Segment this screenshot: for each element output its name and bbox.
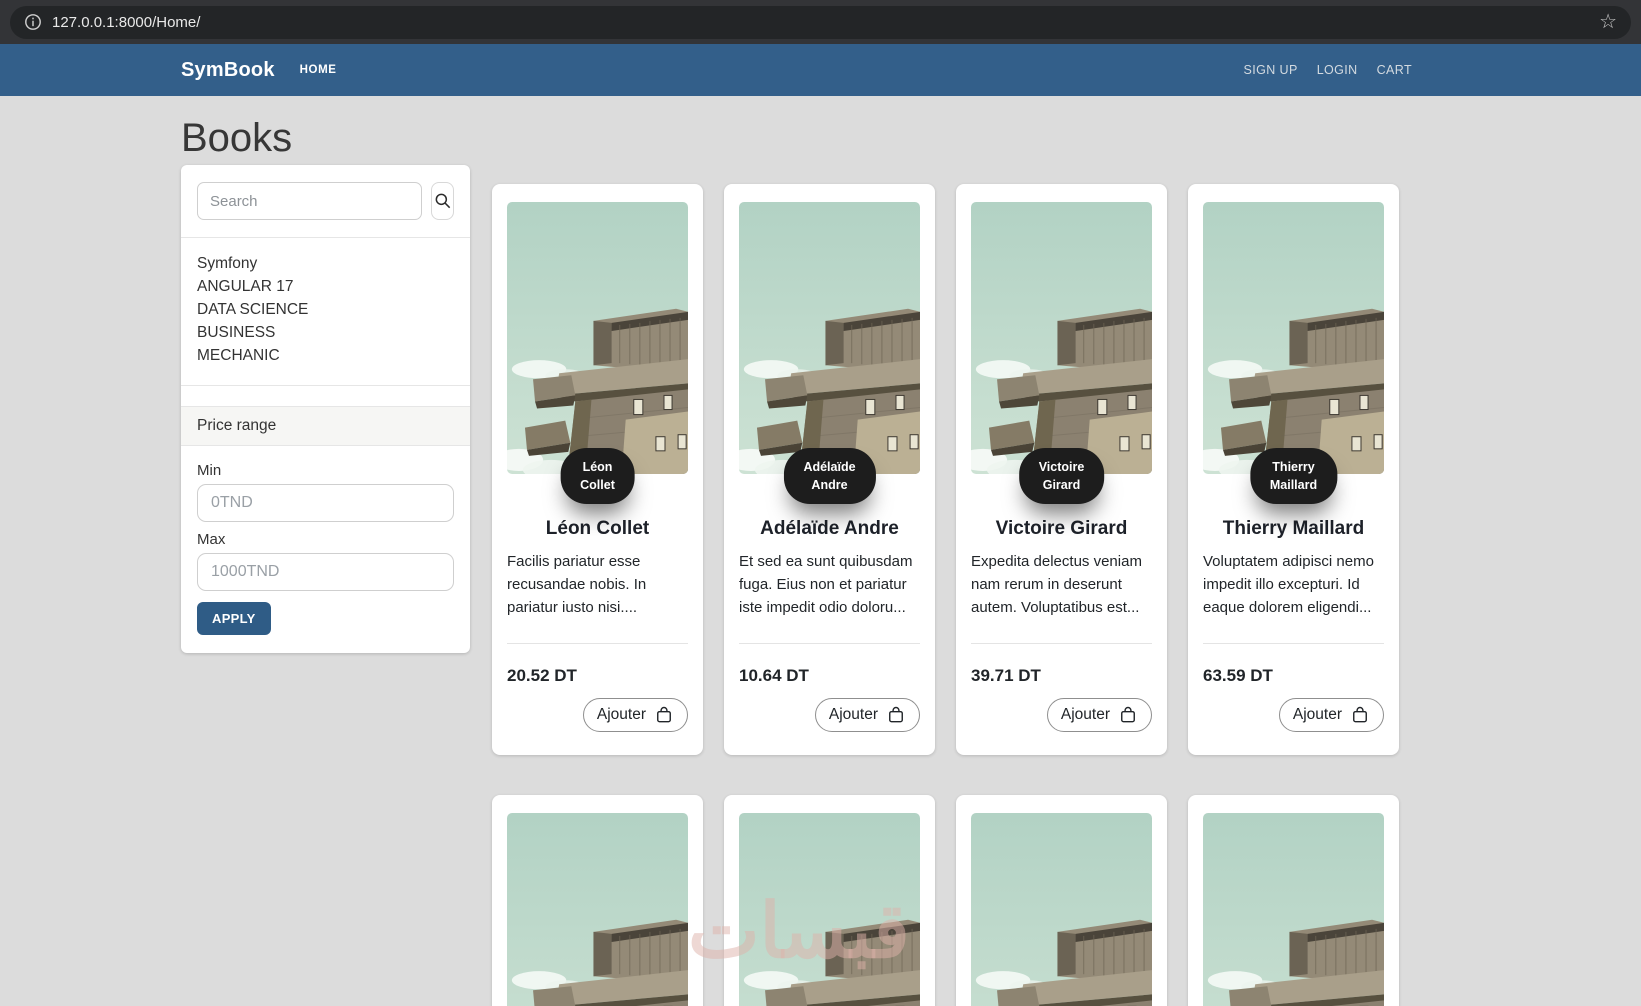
book-title: Thierry Maillard [1222,518,1365,539]
address-bar[interactable]: 127.0.0.1:8000/Home/ ☆ [10,5,1631,39]
nav-right-links: SIGN UP LOGIN CART [1243,63,1412,77]
apply-filter-button[interactable]: APPLY [197,602,271,635]
book-cover-image [1203,813,1384,1006]
book-cover-image [739,202,920,474]
min-label: Min [197,462,222,479]
book-cover-image [971,813,1152,1006]
card-divider [971,643,1152,644]
search-input[interactable] [197,182,422,220]
book-description: Expedita delectus veniam nam rerum in de… [971,553,1142,616]
category-item-mechanic[interactable]: MECHANIC [197,344,454,367]
book-card: Victoire Girard Victoire Girard Expedita … [956,184,1167,755]
shopping-bag-icon [654,705,674,725]
book-title: Victoire Girard [995,518,1128,539]
book-description: Facilis pariatur esse recusandae nobis. … [507,553,647,616]
max-label: Max [197,531,226,548]
search-icon [433,191,453,211]
max-price-input[interactable] [197,553,454,591]
site-info-icon[interactable] [24,13,42,31]
category-item-angular[interactable]: ANGULAR 17 [197,275,454,298]
page-title: Books [181,116,293,160]
book-price: 39.71 DT [971,666,1041,685]
author-badge: Léon Collet [560,447,635,504]
book-title: Léon Collet [545,518,650,539]
search-button[interactable] [431,182,454,220]
main-content: Books Symfony ANGULAR 17 DATA SCIENCE BU… [0,116,1641,1006]
book-title: Adélaïde Andre [760,518,899,539]
site-navbar: SymBook HOME SIGN UP LOGIN CART [0,44,1641,96]
book-card: Thierry Maillard Thierry Maillard Volupta… [1188,184,1399,755]
nav-link-signup[interactable]: SIGN UP [1243,63,1297,77]
book-cover-image [507,202,688,474]
add-to-cart-button[interactable]: Ajouter [814,698,920,732]
price-range-header: Price range [181,406,470,446]
book-cover-image [739,813,920,1006]
shopping-bag-icon [1350,705,1370,725]
browser-toolbar: 127.0.0.1:8000/Home/ ☆ [0,0,1641,44]
bookmark-star-icon[interactable]: ☆ [1599,12,1617,32]
nav-link-home[interactable]: HOME [300,64,337,76]
card-divider [507,643,688,644]
book-price: 20.52 DT [507,666,577,685]
book-description: Voluptatem adipisci nemo impedit illo ex… [1203,553,1374,616]
category-item-symfony[interactable]: Symfony [197,252,454,275]
add-to-cart-button[interactable]: Ajouter [582,698,688,732]
book-card: Adélaïde Andre Adélaïde Andre Et sed ea s… [724,184,935,755]
url-text[interactable]: 127.0.0.1:8000/Home/ [52,14,200,31]
book-card-partial [956,795,1167,1006]
author-badge: Victoire Girard [1018,447,1105,504]
filter-sidebar: Symfony ANGULAR 17 DATA SCIENCE BUSINESS… [181,165,470,653]
book-cover-image [507,813,688,1006]
shopping-bag-icon [886,705,906,725]
book-card-partial [1188,795,1399,1006]
book-card: Léon Collet Léon Collet Facilis pariatur … [492,184,703,755]
book-card-partial [492,795,703,1006]
book-description: Et sed ea sunt quibusdam fuga. Eius non … [739,553,913,616]
book-cover-image [971,202,1152,474]
add-to-cart-button[interactable]: Ajouter [1046,698,1152,732]
min-price-input[interactable] [197,484,454,522]
nav-link-login[interactable]: LOGIN [1317,63,1358,77]
card-divider [1203,643,1384,644]
nav-link-cart[interactable]: CART [1377,63,1412,77]
books-grid: Léon Collet Léon Collet Facilis pariatur … [492,184,1402,1006]
author-badge: Thierry Maillard [1249,447,1338,504]
book-price: 10.64 DT [739,666,809,685]
add-to-cart-button[interactable]: Ajouter [1278,698,1384,732]
book-price: 63.59 DT [1203,666,1273,685]
category-item-datascience[interactable]: DATA SCIENCE [197,298,454,321]
category-item-business[interactable]: BUSINESS [197,321,454,344]
author-badge: Adélaïde Andre [783,447,876,504]
shopping-bag-icon [1118,705,1138,725]
category-list: Symfony ANGULAR 17 DATA SCIENCE BUSINESS… [181,238,470,385]
book-cover-image [1203,202,1384,474]
book-card-partial [724,795,935,1006]
card-divider [739,643,920,644]
brand-logo[interactable]: SymBook [181,59,275,82]
